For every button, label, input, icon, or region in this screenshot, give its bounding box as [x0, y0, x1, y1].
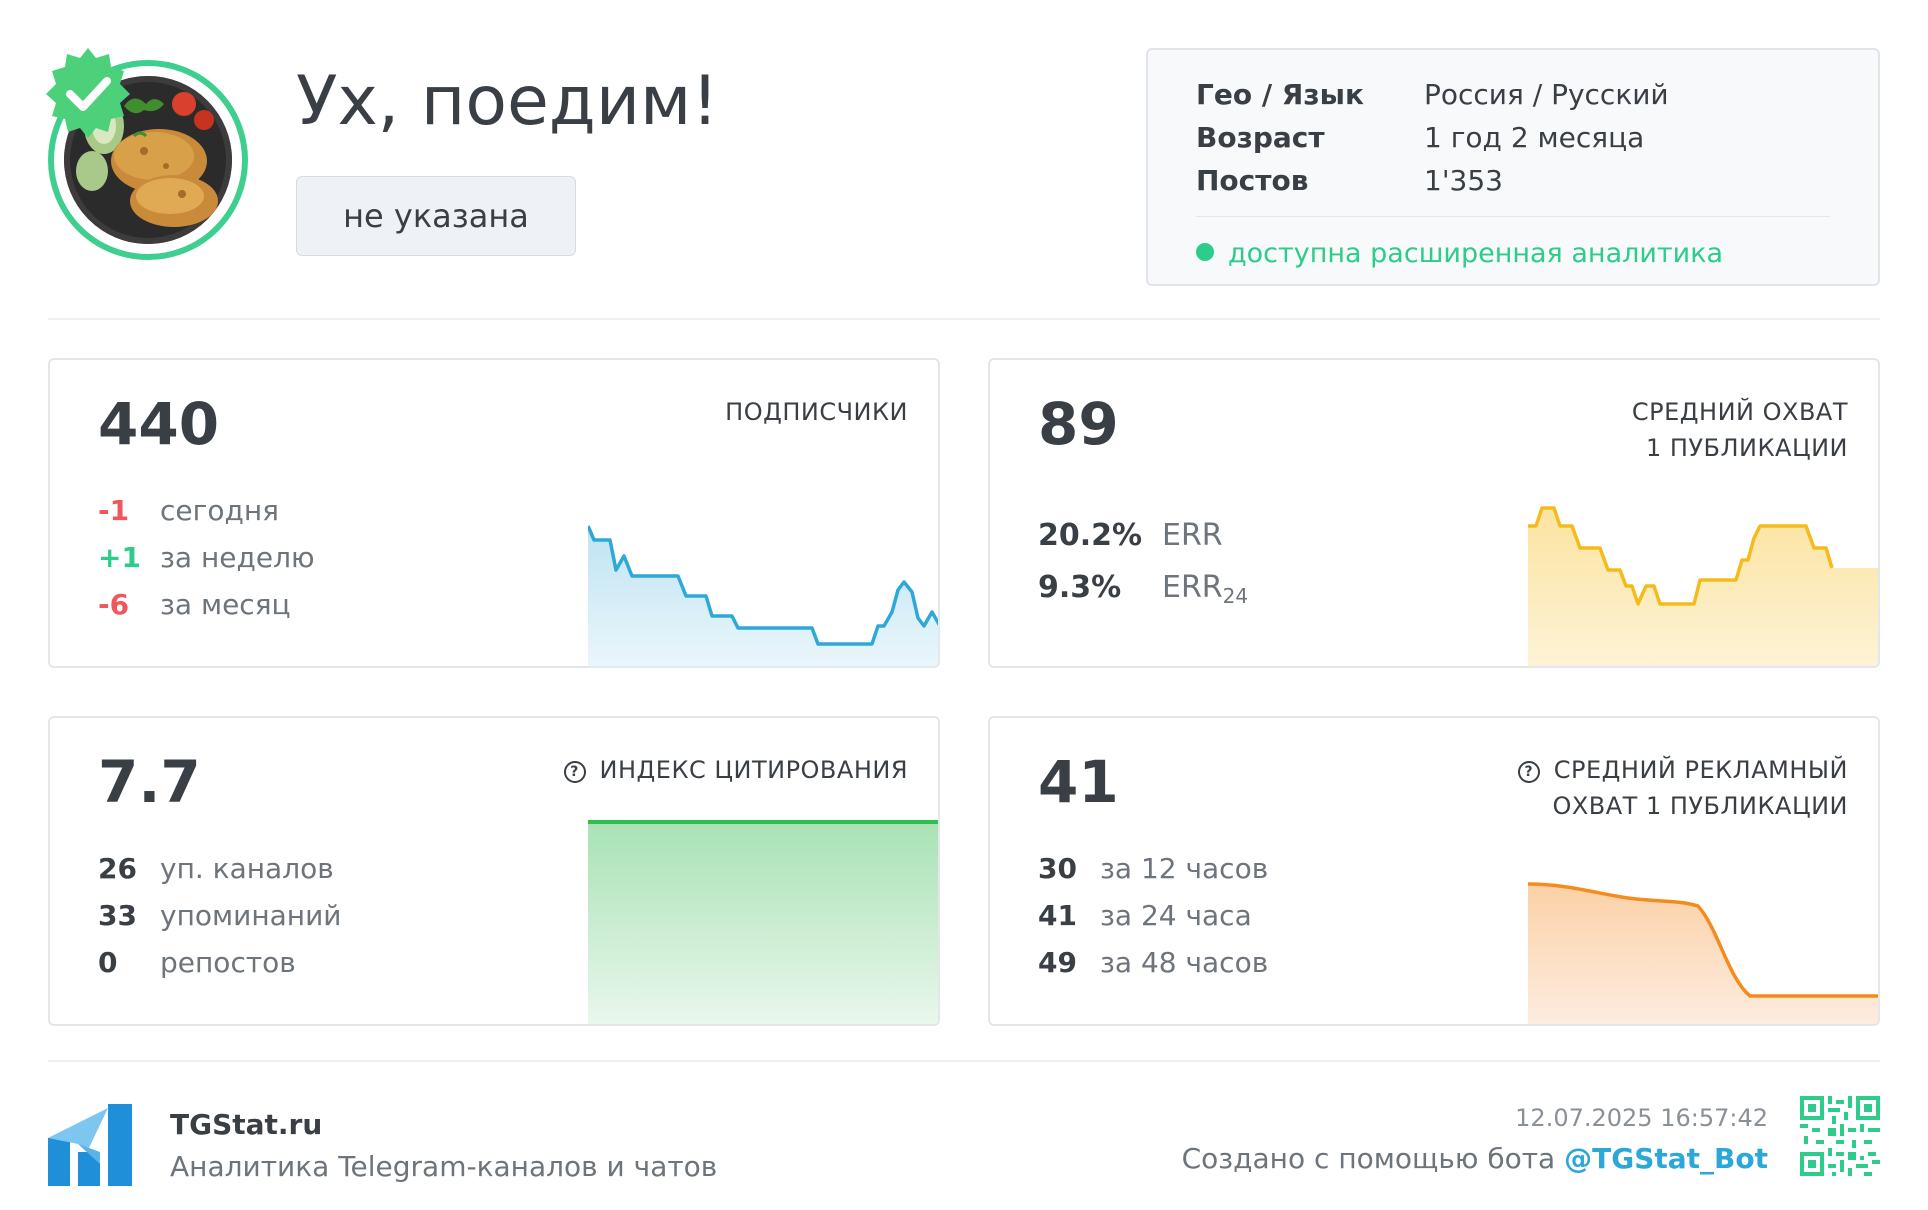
card-label-line: ИНДЕКС ЦИТИРОВАНИЯ — [599, 756, 908, 784]
category-button[interactable]: не указана — [296, 176, 576, 256]
ad-reach-label: ? СРЕДНИЙ РЕКЛАМНЫЙ ОХВАТ 1 ПУБЛИКАЦИИ — [1517, 752, 1848, 824]
info-key: Возраст — [1196, 121, 1325, 154]
card-citation-index: 7.7 ? ИНДЕКС ЦИТИРОВАНИЯ 26 уп. каналов 3… — [48, 716, 940, 1026]
subscribers-value: 440 — [98, 390, 220, 458]
verified-badge-icon — [40, 42, 136, 138]
stat-text: за неделю — [160, 541, 315, 574]
reach-value: 89 — [1038, 390, 1119, 458]
header-divider — [48, 318, 1880, 320]
citation-label: ? ИНДЕКС ЦИТИРОВАНИЯ — [563, 752, 908, 788]
card-subscribers: 440 ПОДПИСЧИКИ -1 сегодня +1 за неделю -… — [48, 358, 940, 668]
err24-label: ERR24 — [1162, 570, 1248, 608]
err24-subscript: 24 — [1222, 584, 1249, 608]
stat-number: -6 — [98, 588, 130, 621]
card-label-line: 1 ПУБЛИКАЦИИ — [1645, 434, 1848, 462]
info-value: 1 год 2 месяца — [1424, 121, 1645, 154]
stat-text: за 24 часа — [1100, 899, 1252, 932]
status-dot-icon — [1196, 243, 1214, 261]
channel-avatar — [46, 48, 248, 260]
stat-number: 0 — [98, 946, 118, 979]
stat-number: 26 — [98, 852, 137, 885]
subscribers-label: ПОДПИСЧИКИ — [725, 394, 908, 430]
stat-number: 30 — [1038, 852, 1077, 885]
subscribers-sparkline — [588, 525, 938, 666]
stat-text: за 12 часов — [1100, 852, 1269, 885]
err24-value: 9.3% — [1038, 570, 1122, 605]
stat-text: репостов — [160, 946, 296, 979]
card-average-reach: 89 СРЕДНИЙ ОХВАТ 1 ПУБЛИКАЦИИ 20.2% ERR … — [988, 358, 1880, 668]
card-ad-reach: 41 ? СРЕДНИЙ РЕКЛАМНЫЙ ОХВАТ 1 ПУБЛИКАЦИИ… — [988, 716, 1880, 1026]
citation-value: 7.7 — [98, 748, 201, 816]
info-key: Постов — [1196, 164, 1309, 197]
err-value: 20.2% — [1038, 518, 1143, 553]
help-icon[interactable]: ? — [1517, 761, 1540, 783]
stat-text: уп. каналов — [160, 852, 334, 885]
citation-sparkline — [588, 820, 938, 1024]
stat-number: -1 — [98, 494, 130, 527]
info-divider — [1196, 216, 1830, 217]
err24-label-text: ERR — [1162, 570, 1223, 605]
card-label-line: СРЕДНИЙ РЕКЛАМНЫЙ — [1553, 756, 1848, 784]
brand-tagline: Аналитика Telegram-каналов и чатов — [170, 1150, 718, 1183]
reach-sparkline — [1528, 506, 1878, 666]
stat-text: упоминаний — [160, 899, 342, 932]
stat-number: 49 — [1038, 946, 1077, 979]
stat-text: сегодня — [160, 494, 279, 527]
ad-reach-value: 41 — [1038, 748, 1119, 816]
stat-text: за 48 часов — [1100, 946, 1269, 979]
bot-link[interactable]: @TGStat_Bot — [1564, 1142, 1768, 1175]
brand-name[interactable]: TGStat.ru — [170, 1108, 322, 1141]
footer-divider — [48, 1060, 1880, 1062]
stat-number: 41 — [1038, 899, 1077, 932]
created-with-text: Создано с помощью бота — [1181, 1142, 1556, 1175]
reach-label: СРЕДНИЙ ОХВАТ 1 ПУБЛИКАЦИИ — [1632, 394, 1848, 466]
stat-number: 33 — [98, 899, 137, 932]
card-label-line: ОХВАТ 1 ПУБЛИКАЦИИ — [1552, 792, 1848, 820]
ad-reach-sparkline — [1528, 882, 1878, 1024]
stat-text: за месяц — [160, 588, 291, 621]
created-with: Создано с помощью бота @TGStat_Bot — [1182, 1142, 1768, 1175]
tgstat-logo-icon[interactable] — [48, 1104, 132, 1186]
info-value: Россия / Русский — [1424, 78, 1669, 111]
report-timestamp: 12.07.2025 16:57:42 — [1515, 1104, 1768, 1132]
channel-info-box: Гео / Язык Россия / Русский Возраст 1 го… — [1146, 48, 1880, 286]
analytics-note-text: доступна расширенная аналитика — [1228, 238, 1724, 269]
info-key: Гео / Язык — [1196, 78, 1364, 111]
card-label-line: СРЕДНИЙ ОХВАТ — [1631, 398, 1848, 426]
help-icon[interactable]: ? — [563, 761, 586, 783]
qr-code-icon[interactable] — [1800, 1096, 1880, 1176]
stat-number: +1 — [98, 541, 141, 574]
info-value: 1'353 — [1424, 164, 1503, 197]
err-label: ERR — [1162, 518, 1223, 553]
channel-title: Ух, поедим! — [296, 62, 719, 141]
analytics-status: доступна расширенная аналитика — [1196, 238, 1723, 269]
card-label-line: ПОДПИСЧИКИ — [725, 398, 908, 426]
